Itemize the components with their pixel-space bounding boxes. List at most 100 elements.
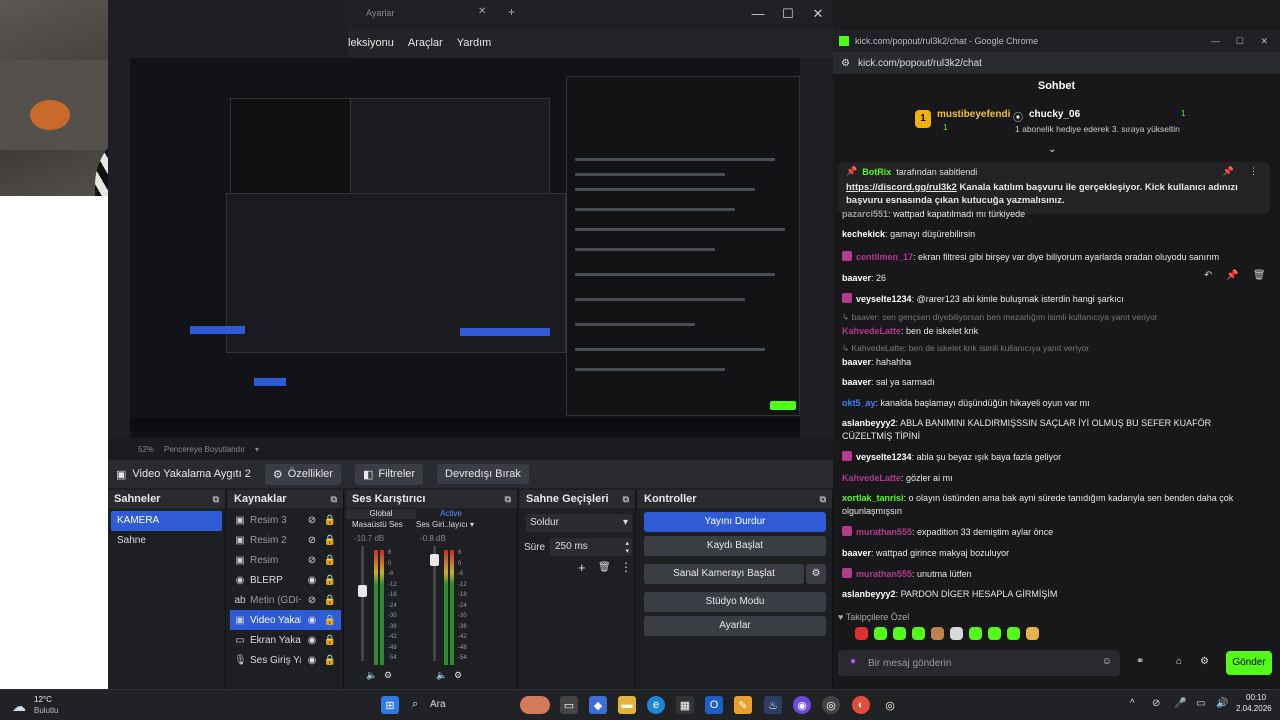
- folder-icon[interactable]: ▬: [618, 696, 636, 714]
- chat-message[interactable]: baaver: wattpad girince makyaj bozuluyor: [842, 547, 1252, 560]
- obs-icon[interactable]: ◎: [881, 696, 899, 714]
- studio-mode-button[interactable]: Stüdyo Modu: [644, 592, 826, 612]
- chat-message[interactable]: centilmen_17: ekran filtresi gibi birşey…: [842, 251, 1252, 264]
- settings-button[interactable]: Ayarlar: [644, 616, 826, 636]
- chat-message[interactable]: veyselte1234: abla şu beyaz ışık baya fa…: [842, 451, 1252, 464]
- chat-username[interactable]: kechekick: [842, 229, 885, 239]
- pin-icon[interactable]: 📌: [1226, 270, 1238, 281]
- app-icon[interactable]: ◉: [793, 696, 811, 714]
- minimize-icon[interactable]: —: [1211, 36, 1220, 46]
- mixer-tab-global[interactable]: Global: [346, 509, 416, 519]
- chat-username[interactable]: baaver: [842, 548, 871, 558]
- url-text[interactable]: kick.com/popout/rul3k2/chat: [858, 58, 982, 69]
- mic-icon[interactable]: 🎤: [1174, 698, 1186, 709]
- clock-time[interactable]: 00:10: [1246, 693, 1266, 702]
- filters-button[interactable]: ◧ Filtreler: [354, 463, 424, 485]
- edge-icon[interactable]: e: [647, 696, 665, 714]
- mixer-tab-active[interactable]: Active: [416, 509, 486, 519]
- reply-context[interactable]: ↳ baaver: sen gençsen diyebiliyorsan ben…: [842, 312, 1252, 323]
- gifter-name[interactable]: mustibeyefendi: [937, 109, 1010, 120]
- chat-message[interactable]: baaver: hahahha: [842, 356, 1252, 369]
- emote-icon[interactable]: [931, 627, 944, 640]
- dock-popout-icon[interactable]: ⧉: [820, 494, 826, 505]
- store-icon[interactable]: ▦: [676, 696, 694, 714]
- maximize-icon[interactable]: ☐: [1236, 36, 1244, 47]
- chat-message[interactable]: aslanbeyyy2: ABLA BANIMINI KALDIRMIŞSSIN…: [842, 417, 1252, 443]
- deactivate-button[interactable]: Devredışı Bırak: [437, 464, 529, 484]
- fit-to-window-label[interactable]: Pencereye Boyutlandır: [164, 445, 245, 454]
- chat-username[interactable]: veyselte1234: [856, 452, 912, 462]
- chat-username[interactable]: veyselte1234: [856, 294, 912, 304]
- chat-username[interactable]: centilmen_17: [856, 252, 913, 262]
- chat-username[interactable]: baaver: [842, 273, 871, 283]
- source-item[interactable]: ◉ BLERP ◉ 🔒: [230, 570, 341, 590]
- chat-username[interactable]: aslanbeyyy2: [842, 418, 896, 428]
- chat-message[interactable]: KahvedeLatte: ben de iskelet knk: [842, 325, 1252, 338]
- chevron-down-icon[interactable]: ⌄: [1048, 144, 1056, 155]
- duration-input[interactable]: 250 ms ▴ ▾: [550, 538, 632, 556]
- more-vertical-icon[interactable]: ⋮: [620, 560, 632, 574]
- dock-popout-icon[interactable]: ⧉: [331, 494, 337, 505]
- source-item[interactable]: ▣ Resim 2 ⊘ 🔒: [230, 530, 341, 550]
- emote-icon[interactable]: [969, 627, 982, 640]
- eye-off-icon[interactable]: ⊘: [305, 535, 319, 546]
- emote-icon[interactable]: [855, 627, 868, 640]
- volume-slider[interactable]: [361, 546, 364, 661]
- chat-username[interactable]: KahvedeLatte: [842, 326, 901, 336]
- monitor-icon[interactable]: ▭: [1196, 698, 1205, 709]
- close-icon[interactable]: ✕: [803, 6, 833, 22]
- chat-message[interactable]: okt5_ay: kanalda başlamayı düşündüğün hi…: [842, 397, 1252, 410]
- chat-message[interactable]: baaver: 26: [842, 272, 1252, 285]
- receiver-name[interactable]: chucky_06: [1029, 109, 1080, 120]
- chat-message[interactable]: baaver: sal ya sarmadı: [842, 376, 1252, 389]
- menu-item-help[interactable]: Yardım: [457, 37, 492, 49]
- start-virtual-camera-button[interactable]: Sanal Kamerayı Başlat: [644, 564, 804, 584]
- virtual-camera-settings-icon[interactable]: ⚙: [806, 564, 826, 584]
- eye-icon[interactable]: ◉: [305, 655, 319, 666]
- app-icon[interactable]: ◎: [822, 696, 840, 714]
- chat-username[interactable]: baaver: [842, 357, 871, 367]
- address-bar[interactable]: ⚙ kick.com/popout/rul3k2/chat: [833, 52, 1280, 74]
- transition-select[interactable]: Soldur ▾: [526, 514, 632, 532]
- lock-icon[interactable]: 🔒: [323, 615, 337, 626]
- source-item[interactable]: ▣ Resim ⊘ 🔒: [230, 550, 341, 570]
- link-icon[interactable]: ⚭: [1136, 656, 1144, 667]
- new-tab-icon[interactable]: +: [508, 5, 515, 19]
- chat-message[interactable]: aslanbeyyy2: PARDON DİGER HESAPLA GİRMİŞ…: [842, 588, 1252, 601]
- eye-icon[interactable]: ◉: [305, 635, 319, 646]
- pinned-by-user[interactable]: BotRix: [862, 167, 891, 177]
- lock-icon[interactable]: 🔒: [323, 595, 337, 606]
- eye-off-icon[interactable]: ⊘: [305, 555, 319, 566]
- eye-icon[interactable]: ◉: [305, 575, 319, 586]
- task-view-icon[interactable]: ▭: [560, 696, 578, 714]
- chat-username[interactable]: okt5_ay: [842, 398, 876, 408]
- chat-username[interactable]: xortlak_tanrisi: [842, 493, 904, 503]
- outlook-icon[interactable]: O: [705, 696, 723, 714]
- app-icon[interactable]: ◆: [589, 696, 607, 714]
- chat-username[interactable]: aslanbeyyy2: [842, 589, 896, 599]
- gear-icon[interactable]: ⚙: [1200, 656, 1209, 667]
- lock-icon[interactable]: 🔒: [323, 515, 337, 526]
- dock-popout-icon[interactable]: ⧉: [213, 494, 219, 505]
- eye-icon[interactable]: ◉: [305, 615, 319, 626]
- start-recording-button[interactable]: Kaydı Başlat: [644, 536, 826, 556]
- clock-date[interactable]: 2.04.2026: [1236, 704, 1272, 713]
- eye-off-icon[interactable]: ⊘: [305, 595, 319, 606]
- dock-popout-icon[interactable]: ⧉: [623, 494, 629, 505]
- trash-icon[interactable]: 🗑: [1253, 270, 1266, 281]
- app-icon[interactable]: ✎: [734, 696, 752, 714]
- emote-icon[interactable]: [893, 627, 906, 640]
- gear-icon[interactable]: ⚙: [454, 670, 462, 681]
- trash-icon[interactable]: 🗑: [598, 562, 611, 573]
- chevron-down-icon[interactable]: ▾: [255, 445, 259, 454]
- mic-icon[interactable]: ●: [850, 656, 856, 667]
- chat-input[interactable]: Bir mesaj gönderin ● ☺: [838, 650, 1120, 676]
- network-off-icon[interactable]: ⊘: [1152, 698, 1160, 709]
- speaker-icon[interactable]: 🔈: [366, 670, 377, 681]
- emote-icon[interactable]: [1007, 627, 1020, 640]
- chrome-icon[interactable]: ◐: [852, 696, 870, 714]
- chat-username[interactable]: KahvedeLatte: [842, 473, 901, 483]
- chat-username[interactable]: murathan555: [856, 527, 912, 537]
- emote-icon[interactable]: [912, 627, 925, 640]
- close-icon[interactable]: ✕: [1260, 36, 1268, 47]
